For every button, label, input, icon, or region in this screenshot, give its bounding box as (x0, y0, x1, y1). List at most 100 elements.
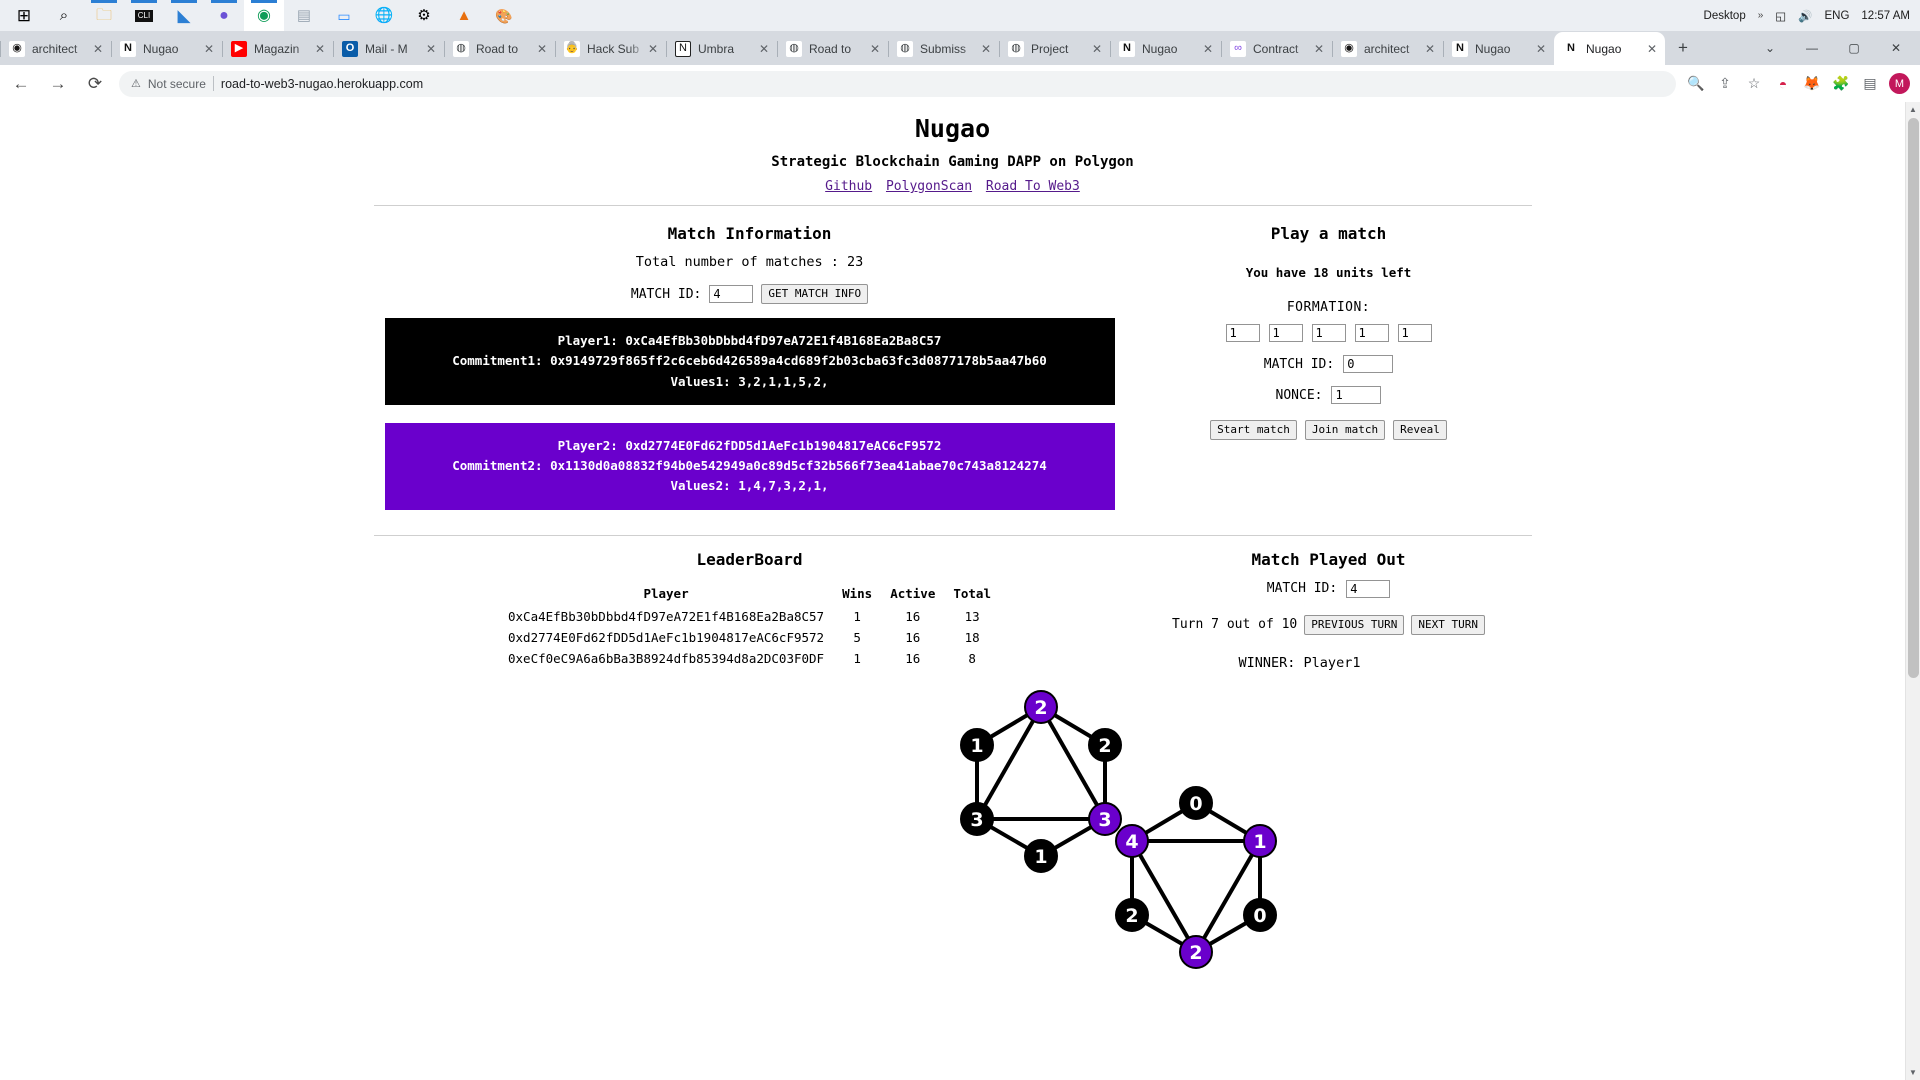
notepad-icon[interactable]: ▤ (284, 0, 324, 31)
windows-start-icon[interactable]: ⊞ (4, 0, 44, 31)
tab-close-icon[interactable]: ✕ (535, 42, 549, 56)
scroll-down-arrow-icon[interactable]: ▼ (1906, 1065, 1920, 1080)
paint-icon[interactable]: 🎨 (484, 0, 524, 31)
profile-avatar[interactable]: M (1889, 73, 1910, 94)
maximize-button[interactable]: ▢ (1834, 33, 1874, 63)
leaderboard-header-row: Player Wins Active Total (499, 586, 1000, 606)
next-turn-button[interactable]: NEXT TURN (1411, 614, 1485, 635)
start-match-button[interactable]: Start match (1210, 420, 1297, 441)
browser-tab[interactable]: ▶ Magazin ✕ (222, 32, 333, 65)
tab-close-icon[interactable]: ✕ (1423, 42, 1437, 56)
tab-close-icon[interactable]: ✕ (979, 42, 993, 56)
tab-close-icon[interactable]: ✕ (313, 42, 327, 56)
tab-favicon-icon: ▶ (231, 40, 247, 57)
metamask-icon[interactable]: 🦊 (1802, 75, 1822, 92)
browser-tab[interactable]: ◍ Road to ✕ (444, 32, 555, 65)
zoom-icon[interactable]: ▭ (324, 0, 364, 31)
graph-node-label: 3 (1098, 809, 1111, 831)
tray-overflow-icon[interactable]: » (1758, 10, 1764, 21)
get-match-info-button[interactable]: GET MATCH INFO (761, 284, 869, 305)
formation-input-1[interactable] (1225, 324, 1260, 342)
opera-extension-icon[interactable]: ◓ (1773, 76, 1793, 92)
browser-tab[interactable]: ◍ Submiss ✕ (888, 32, 999, 65)
taskbar-desktop-label[interactable]: Desktop (1704, 10, 1746, 22)
formation-input-2[interactable] (1268, 324, 1303, 342)
browser-tab[interactable]: O Mail - M ✕ (333, 32, 444, 65)
turn-counter-label: Turn 7 out of 10 (1172, 617, 1298, 633)
browser-tab[interactable]: N Nugao ✕ (111, 32, 222, 65)
browser-tab[interactable]: ∞ Contract ✕ (1221, 32, 1332, 65)
header-links: Github PolygonScan Road To Web3 (0, 179, 1905, 194)
join-match-button[interactable]: Join match (1304, 420, 1386, 441)
table-row: 0xeCf0eC9A6a6bBa3B8924dfb85394d8a2DC03F0… (499, 648, 1000, 669)
match-id-input[interactable] (709, 285, 754, 304)
browser-tab[interactable]: 👵 Hack Sub ✕ (555, 32, 666, 65)
browser-tab[interactable]: N Nugao ✕ (1443, 32, 1554, 65)
link-road-to-web3[interactable]: Road To Web3 (986, 179, 1080, 194)
forward-button[interactable]: → (42, 68, 74, 100)
extensions-puzzle-icon[interactable]: 🧩 (1831, 75, 1851, 92)
played-out-match-id-input[interactable] (1346, 579, 1391, 598)
browser-tab[interactable]: N Nugao ✕ (1110, 32, 1221, 65)
reading-list-icon[interactable]: ▤ (1860, 75, 1880, 92)
globe-browser-icon[interactable]: 🌐 (364, 0, 404, 31)
chrome-icon[interactable]: ◉ (244, 0, 284, 31)
page-scrollbar[interactable]: ▲ ▼ (1905, 102, 1920, 1080)
formation-input-3[interactable] (1311, 324, 1346, 342)
language-indicator[interactable]: ENG (1824, 10, 1849, 22)
vscode-icon[interactable]: ◣ (164, 0, 204, 31)
bookmark-star-icon[interactable]: ☆ (1744, 75, 1764, 92)
tab-search-icon[interactable]: ⌄ (1750, 33, 1790, 63)
browser-tab[interactable]: ◍ Road to ✕ (777, 32, 888, 65)
reload-button[interactable]: ⟳ (79, 68, 111, 100)
previous-turn-button[interactable]: PREVIOUS TURN (1304, 614, 1405, 635)
new-tab-button[interactable]: + (1669, 34, 1697, 62)
commitment2-label: Commitment2: (452, 458, 543, 474)
volume-icon[interactable]: 🔊 (1798, 9, 1812, 23)
zoom-search-icon[interactable]: 🔍 (1686, 75, 1706, 92)
browser-tab[interactable]: ◉ architect ✕ (1332, 32, 1443, 65)
tab-close-icon[interactable]: ✕ (1534, 42, 1548, 56)
tab-close-icon[interactable]: ✕ (91, 42, 105, 56)
tab-close-icon[interactable]: ✕ (424, 42, 438, 56)
tab-close-icon[interactable]: ✕ (1645, 42, 1659, 56)
vlc-icon[interactable]: ▲ (444, 0, 484, 31)
nonce-input[interactable] (1331, 386, 1382, 404)
browser-tab[interactable]: N Umbra ✕ (666, 32, 777, 65)
tab-close-icon[interactable]: ✕ (1201, 42, 1215, 56)
formation-input-4[interactable] (1354, 324, 1389, 342)
tab-close-icon[interactable]: ✕ (868, 42, 882, 56)
link-polygonscan[interactable]: PolygonScan (886, 179, 972, 194)
minimize-button[interactable]: — (1792, 33, 1832, 63)
link-github[interactable]: Github (825, 179, 872, 194)
browser-tab[interactable]: ◍ Project ✕ (999, 32, 1110, 65)
tab-separator (444, 41, 445, 57)
cell-wins: 1 (853, 650, 861, 666)
tab-close-icon[interactable]: ✕ (646, 42, 660, 56)
tab-close-icon[interactable]: ✕ (202, 42, 216, 56)
terminal-icon[interactable]: CLI (124, 0, 164, 31)
file-explorer-icon[interactable]: 🗀 (84, 0, 124, 31)
browser-tab[interactable]: ◉ architect ✕ (0, 32, 111, 65)
tab-separator (222, 41, 223, 57)
tab-favicon-icon: ◍ (786, 40, 802, 57)
url-text: road-to-web3-nugao.herokuapp.com (220, 76, 424, 91)
tab-close-icon[interactable]: ✕ (1312, 42, 1326, 56)
formation-input-5[interactable] (1397, 324, 1432, 342)
close-window-button[interactable]: ✕ (1876, 33, 1916, 63)
share-icon[interactable]: ⇪ (1715, 75, 1735, 92)
network-icon[interactable]: ◱ (1775, 9, 1786, 23)
tab-close-icon[interactable]: ✕ (1090, 42, 1104, 56)
scrollbar-thumb[interactable] (1908, 118, 1919, 678)
clock[interactable]: 12:57 AM (1861, 10, 1910, 22)
play-match-id-input[interactable] (1343, 355, 1394, 373)
settings-gear-icon[interactable]: ⚙ (404, 0, 444, 31)
reveal-button[interactable]: Reveal (1393, 420, 1447, 441)
back-button[interactable]: ← (5, 68, 37, 100)
search-icon[interactable]: ⌕ (44, 0, 84, 31)
tab-close-icon[interactable]: ✕ (757, 42, 771, 56)
discord-icon[interactable]: ● (204, 0, 244, 31)
address-bar[interactable]: ⚠ Not secure road-to-web3-nugao.herokuap… (119, 70, 1676, 97)
browser-tab[interactable]: N Nugao ✕ (1554, 32, 1665, 65)
scroll-up-arrow-icon[interactable]: ▲ (1906, 102, 1920, 117)
